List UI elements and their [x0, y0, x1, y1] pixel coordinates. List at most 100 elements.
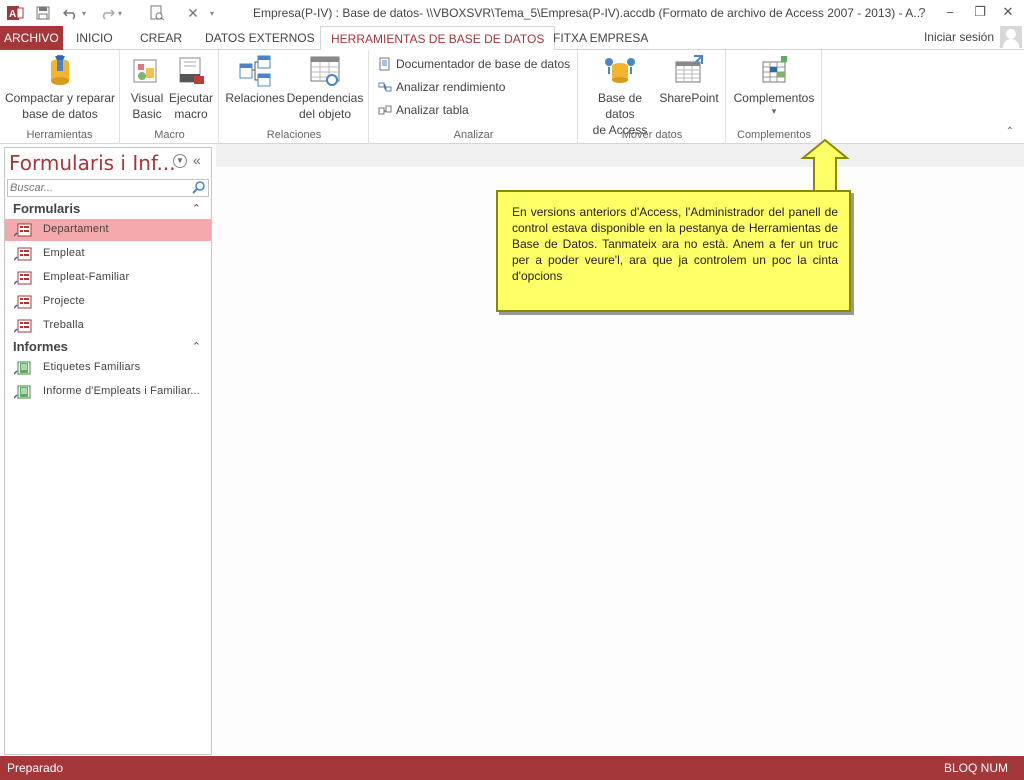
svg-text:A: A	[9, 9, 16, 20]
tab-external-data[interactable]: DATOS EXTERNOS	[195, 26, 325, 50]
tab-database-tools[interactable]: HERRAMIENTAS DE BASE DE DATOS	[320, 26, 556, 51]
form-icon	[13, 295, 32, 309]
navigation-pane: Formularis i Inf... ▼ « Formularis ⌃ Dep…	[4, 147, 212, 755]
group-tools: Compactar y reparar base de datos Herram…	[0, 50, 120, 144]
section-reports-label: Informes	[13, 339, 68, 354]
form-icon	[13, 319, 32, 333]
form-icon	[13, 271, 32, 285]
help-button[interactable]: ?	[908, 0, 936, 24]
report-icon	[13, 361, 32, 375]
redo-icon[interactable]	[96, 2, 118, 24]
group-move-data: Base de datos de Access SharePoint Mover…	[579, 50, 726, 144]
nav-item-label: Treballa	[43, 319, 84, 331]
sharepoint-icon	[672, 54, 706, 88]
tab-fitxa-empresa[interactable]: FITXA EMPRESA	[543, 26, 658, 50]
redo-dropdown-icon[interactable]: ▾	[118, 9, 128, 18]
customize-qat-icon[interactable]: ▾	[210, 9, 220, 18]
nav-item-form[interactable]: Departament	[5, 219, 211, 241]
documenter-button[interactable]: Documentador de base de datos	[378, 54, 570, 74]
visual-basic-icon	[130, 54, 164, 88]
nav-item-form[interactable]: Treballa	[5, 315, 211, 337]
access-app-icon[interactable]: A	[4, 2, 26, 24]
access-database-button[interactable]: Base de datos de Access	[583, 54, 657, 138]
tab-home[interactable]: INICIO	[66, 26, 123, 50]
group-label-analyze: Analizar	[453, 129, 494, 141]
print-preview-icon[interactable]	[146, 2, 168, 24]
search-input[interactable]	[10, 181, 190, 195]
analyze-performance-icon	[378, 80, 392, 94]
section-forms-label: Formularis	[13, 201, 81, 216]
nav-search-box	[7, 179, 209, 197]
documenter-label: Documentador de base de datos	[396, 57, 571, 71]
section-reports-header[interactable]: Informes ⌃	[5, 336, 211, 358]
addins-dropdown-icon: ▾	[771, 106, 777, 116]
undo-icon[interactable]	[60, 2, 82, 24]
callout-arrow-icon	[800, 138, 850, 193]
addins-icon	[757, 54, 791, 88]
nav-item-label: Projecte	[43, 295, 85, 307]
section-forms-header[interactable]: Formularis ⌃	[5, 198, 211, 220]
compact-repair-icon	[43, 54, 77, 88]
nav-pane-collapse-icon[interactable]: «	[193, 152, 201, 168]
search-icon[interactable]	[191, 180, 207, 196]
sharepoint-label: SharePoint	[659, 91, 719, 105]
analyze-performance-button[interactable]: Analizar rendimiento	[378, 77, 505, 97]
group-label-macro: Macro	[154, 129, 185, 141]
group-analyze: Documentador de base de datos Analizar r…	[370, 50, 578, 144]
visual-basic-label-1: Visual	[130, 91, 164, 105]
restore-button[interactable]: ❐	[966, 0, 994, 24]
run-macro-label-1: Ejecutar	[169, 91, 214, 105]
tab-file[interactable]: ARCHIVO	[0, 26, 63, 50]
run-macro-label-2: macro	[174, 107, 208, 121]
object-dependencies-icon	[308, 54, 342, 88]
object-dependencies-label-2: del objeto	[298, 107, 352, 121]
save-icon[interactable]	[32, 2, 54, 24]
nav-item-label: Etiquetes Familiars	[43, 361, 141, 373]
nav-item-form[interactable]: Empleat	[5, 243, 211, 265]
access-database-label-1: Base de datos	[597, 91, 643, 121]
analyze-performance-label: Analizar rendimiento	[396, 80, 506, 94]
window-title: Empresa(P-IV) : Base de datos- \\VBOXSVR…	[253, 6, 924, 20]
close-button[interactable]: ✕	[994, 0, 1022, 24]
run-macro-button[interactable]: Ejecutar macro	[169, 54, 213, 122]
group-label-relations: Relaciones	[266, 129, 322, 141]
form-icon	[13, 223, 32, 237]
visual-basic-label-2: Basic	[132, 107, 162, 121]
minimize-button[interactable]: −	[936, 0, 964, 24]
avatar[interactable]	[1000, 26, 1022, 48]
sharepoint-button[interactable]: SharePoint	[657, 54, 721, 106]
analyze-table-icon	[378, 103, 392, 117]
delete-icon[interactable]: ✕	[182, 2, 204, 24]
quick-access-toolbar: A ▾ ▾ ✕ ▾	[4, 0, 220, 26]
status-text: Preparado	[7, 761, 64, 775]
object-dependencies-button[interactable]: Dependencias del objeto	[286, 54, 364, 122]
nav-item-form[interactable]: Projecte	[5, 291, 211, 313]
documenter-icon	[378, 57, 392, 71]
group-label-move-data: Mover datos	[621, 129, 683, 141]
nav-item-report[interactable]: Informe d'Empleats i Familiar...	[5, 381, 211, 403]
callout-text: En versions anteriors d'Access, l'Admini…	[512, 205, 838, 283]
workspace-tab-strip	[216, 144, 1024, 167]
group-addins: Complementos ▾ Complementos	[727, 50, 822, 144]
addins-button[interactable]: Complementos ▾	[729, 54, 819, 116]
collapse-ribbon-icon[interactable]: ⌃	[1006, 126, 1014, 137]
relations-label: Relaciones	[225, 91, 285, 105]
chevron-up-icon: ⌃	[191, 341, 201, 353]
relations-button[interactable]: Relaciones	[224, 54, 286, 106]
nav-item-label: Empleat-Familiar	[43, 271, 130, 283]
analyze-table-button[interactable]: Analizar tabla	[378, 100, 469, 120]
object-dependencies-label-1: Dependencias	[286, 91, 364, 105]
title-bar: A ▾ ▾ ✕ ▾ Empresa(P-IV) : Base de datos-…	[0, 0, 1024, 26]
nav-pane-title[interactable]: Formularis i Inf...	[9, 151, 176, 175]
chevron-up-icon: ⌃	[191, 203, 201, 215]
nav-item-form[interactable]: Empleat-Familiar	[5, 267, 211, 289]
nav-item-report[interactable]: Etiquetes Familiars	[5, 357, 211, 379]
undo-dropdown-icon[interactable]: ▾	[82, 9, 92, 18]
tab-create[interactable]: CREAR	[130, 26, 192, 50]
nav-pane-menu-icon[interactable]: ▼	[173, 154, 187, 168]
report-icon	[13, 385, 32, 399]
sign-in-link[interactable]: Iniciar sesión	[924, 30, 994, 44]
compact-repair-label-2: base de datos	[22, 107, 98, 121]
visual-basic-button[interactable]: Visual Basic	[127, 54, 167, 122]
compact-repair-button[interactable]: Compactar y reparar base de datos	[4, 54, 116, 122]
